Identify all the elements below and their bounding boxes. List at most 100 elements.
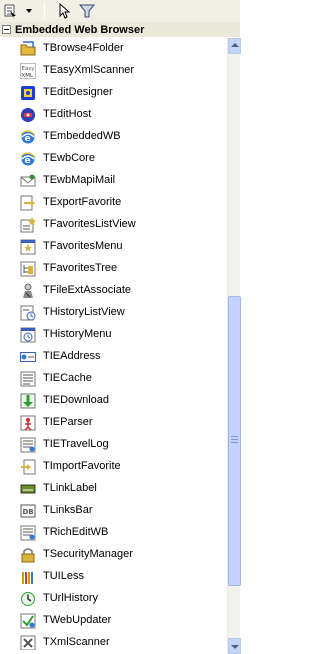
item-label: TIEAddress [43, 350, 101, 362]
associate-icon [20, 283, 36, 299]
favorites-menu-icon [20, 239, 36, 255]
favorites-list-icon [20, 217, 36, 233]
travellog-icon [20, 437, 36, 453]
list-item[interactable]: e TEmbeddedWB [0, 126, 227, 148]
item-label: TIEParser [43, 416, 93, 428]
categories-icon [4, 4, 32, 19]
list-item[interactable]: THistoryListView [0, 302, 227, 324]
item-label: TImportFavorite [43, 460, 121, 472]
mail-icon [20, 173, 36, 189]
item-label: TFileExtAssociate [43, 284, 132, 296]
item-label: TBrowse4Folder [43, 42, 124, 54]
item-label: TEditHost [43, 108, 92, 120]
item-label: TExportFavorite [43, 196, 122, 208]
list-item[interactable]: TEditDesigner [0, 82, 227, 104]
collapse-icon[interactable] [2, 25, 11, 34]
cache-icon [20, 371, 36, 387]
list-item[interactable]: TWebUpdater [0, 610, 227, 632]
item-label: TEmbeddedWB [43, 130, 121, 142]
palette-toolbar [0, 0, 240, 22]
richedit-icon [20, 525, 36, 541]
updater-icon [20, 613, 36, 629]
list-item[interactable]: TSecurityManager [0, 544, 227, 566]
item-label: TEwbMapiMail [43, 174, 116, 186]
list-item[interactable]: DB TLinksBar [0, 500, 227, 522]
list-item[interactable]: TExportFavorite [0, 192, 227, 214]
grip-line [231, 436, 238, 437]
scroll-down-button[interactable] [228, 638, 241, 654]
item-label: TIEDownload [43, 394, 110, 406]
grip-line [231, 439, 238, 440]
item-label: TUrlHistory [43, 592, 98, 604]
toolbar-separator [44, 3, 45, 19]
list-item[interactable]: TLinkLabel [0, 478, 227, 500]
svg-text:XML: XML [22, 73, 35, 79]
import-icon [20, 459, 36, 475]
links-bar-icon: DB [20, 503, 36, 519]
list-item[interactable]: TRichEditWB [0, 522, 227, 544]
list-item[interactable]: TBrowse4Folder [0, 38, 227, 60]
svg-text:e: e [25, 134, 31, 144]
item-label: TIETravelLog [43, 438, 109, 450]
list-item[interactable]: Easy XML TEasyXmlScanner [0, 60, 227, 82]
list-item[interactable]: TFavoritesMenu [0, 236, 227, 258]
host-icon [20, 107, 36, 123]
easyxml-icon: Easy XML [20, 63, 36, 79]
list-item[interactable]: TIEDownload [0, 390, 227, 412]
scroll-up-icon [231, 43, 239, 47]
lock-icon [20, 547, 36, 563]
list-item[interactable]: TIEParser [0, 412, 227, 434]
category-header[interactable]: Embedded Web Browser [0, 22, 240, 37]
svg-text:Easy: Easy [22, 66, 36, 72]
address-icon [20, 349, 36, 365]
ie-globe-icon: e [20, 151, 36, 167]
designer-icon [20, 85, 36, 101]
item-label: TEditDesigner [43, 86, 113, 98]
dropdown-arrow-icon [26, 9, 32, 13]
list-item[interactable]: TFavoritesTree [0, 258, 227, 280]
item-label: THistoryListView [43, 306, 125, 318]
list-item[interactable]: TUrlHistory [0, 588, 227, 610]
item-label: TIECache [43, 372, 92, 384]
list-item[interactable]: TEwbMapiMail [0, 170, 227, 192]
favorites-tree-icon [20, 261, 36, 277]
item-label: THistoryMenu [43, 328, 112, 340]
item-label: TWebUpdater [43, 614, 112, 626]
list-item[interactable]: TIEAddress [0, 346, 227, 368]
list-item[interactable]: TFavoritesListView [0, 214, 227, 236]
history-menu-icon [20, 327, 36, 343]
pointer-icon [59, 3, 71, 19]
urlhistory-icon [20, 591, 36, 607]
categories-button[interactable] [4, 3, 34, 19]
list-item[interactable]: e TEwbCore [0, 148, 227, 170]
item-label: TRichEditWB [43, 526, 109, 538]
item-label: TLinkLabel [43, 482, 97, 494]
scroll-thumb[interactable] [228, 296, 241, 586]
export-icon [20, 195, 36, 211]
history-list-icon [20, 305, 36, 321]
list-item[interactable]: TUILess [0, 566, 227, 588]
item-label: TEwbCore [43, 152, 95, 164]
download-icon [20, 393, 36, 409]
list-item[interactable]: THistoryMenu [0, 324, 227, 346]
scroll-down-icon [231, 645, 239, 649]
item-label: TFavoritesListView [43, 218, 136, 230]
filter-icon [78, 4, 96, 18]
item-label: TLinksBar [43, 504, 93, 516]
pointer-button[interactable] [56, 3, 72, 19]
list-item[interactable]: TIETravelLog [0, 434, 227, 456]
xmlscanner-icon [20, 635, 36, 650]
list-item[interactable]: TIECache [0, 368, 227, 390]
item-label: TFavoritesTree [43, 262, 118, 274]
list-item[interactable]: TEditHost [0, 104, 227, 126]
list-item[interactable]: TXmlScanner [0, 632, 227, 650]
scroll-up-button[interactable] [228, 38, 241, 54]
vertical-scrollbar[interactable] [227, 38, 241, 654]
svg-text:e: e [25, 156, 31, 166]
folder-icon [20, 41, 36, 57]
filter-button[interactable] [78, 3, 96, 19]
list-item[interactable]: TFileExtAssociate [0, 280, 227, 302]
svg-text:DB: DB [23, 508, 34, 516]
item-label: TFavoritesMenu [43, 240, 123, 252]
list-item[interactable]: TImportFavorite [0, 456, 227, 478]
